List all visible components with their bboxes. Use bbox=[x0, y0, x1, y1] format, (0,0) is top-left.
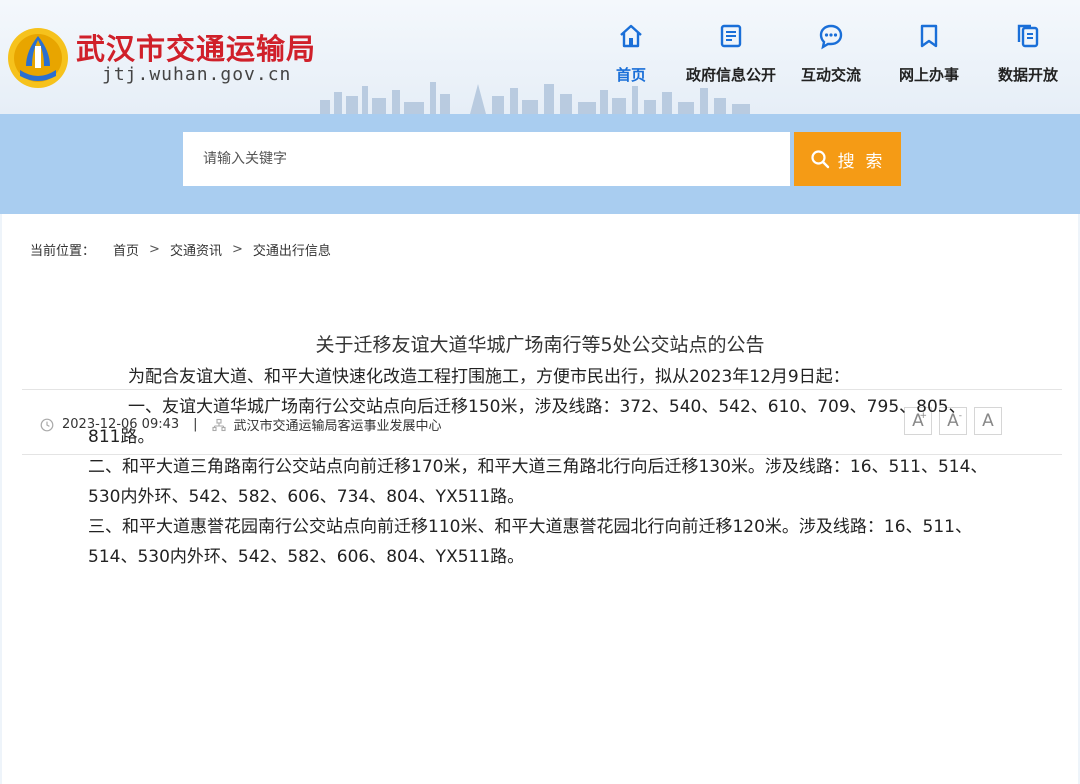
breadcrumb-travel-info[interactable]: 交通出行信息 bbox=[253, 240, 331, 259]
breadcrumb: 当前位置： 首页 > 交通资讯 > 交通出行信息 bbox=[30, 240, 331, 259]
nav-online-services[interactable]: 网上办事 bbox=[899, 22, 959, 92]
breadcrumb-separator: > bbox=[149, 242, 160, 257]
search-input[interactable] bbox=[183, 132, 790, 186]
breadcrumb-home[interactable]: 首页 bbox=[113, 240, 139, 259]
clock-icon bbox=[40, 418, 54, 431]
breadcrumb-traffic-news[interactable]: 交通资讯 bbox=[170, 240, 222, 259]
nav-open-data[interactable]: 数据开放 bbox=[998, 22, 1058, 92]
nav-home[interactable]: 首页 bbox=[616, 22, 646, 92]
breadcrumb-separator: > bbox=[231, 242, 243, 257]
nav-government-info-label: 政府信息公开 bbox=[686, 66, 777, 84]
article-paragraph: 三、和平大道惠誉花园南行公交站点向前迁移110米、和平大道惠誉花园北行向前迁移1… bbox=[88, 517, 972, 567]
site-name[interactable]: 武汉市交通运输局 bbox=[76, 26, 316, 68]
site-domain: jtj.wuhan.gov.cn bbox=[102, 64, 292, 85]
breadcrumb-label: 当前位置： bbox=[30, 244, 96, 259]
search-button-label: 搜 索 bbox=[837, 151, 886, 171]
chat-icon bbox=[819, 24, 843, 50]
nav-online-services-label: 网上办事 bbox=[899, 66, 960, 84]
nav-interaction[interactable]: 互动交流 bbox=[801, 22, 861, 92]
nav-open-data-label: 数据开放 bbox=[998, 66, 1059, 84]
nav-government-info[interactable]: 政府信息公开 bbox=[686, 22, 776, 92]
article-body: 为配合友谊大道、和平大道快速化改造工程打围施工，方便市民出行，拟从2023年12… bbox=[88, 362, 998, 572]
nav-interaction-label: 互动交流 bbox=[801, 66, 862, 84]
article-title: 关于迁移友谊大道华城广场南行等5处公交站点的公告 bbox=[315, 334, 765, 356]
emblem-logo-icon bbox=[8, 28, 68, 88]
article-paragraph: 二、和平大道三角路南行公交站点向前迁移170米，和平大道三角路北行向后迁移130… bbox=[88, 457, 988, 507]
site-header: 武汉市交通运输局 jtj.wuhan.gov.cn 首页 政府信息公开 互动交流… bbox=[0, 0, 1080, 114]
search-icon bbox=[811, 150, 829, 169]
nav-home-label: 首页 bbox=[616, 66, 647, 84]
bookmark-icon bbox=[920, 24, 938, 48]
copy-icon bbox=[1017, 24, 1039, 48]
article-paragraph: 一、友谊大道华城广场南行公交站点向后迁移150米，涉及线路：372、540、54… bbox=[88, 397, 966, 447]
article-paragraph: 为配合友谊大道、和平大道快速化改造工程打围施工，方便市民出行，拟从2023年12… bbox=[128, 367, 850, 387]
document-icon bbox=[720, 24, 742, 48]
search-button[interactable]: 搜 索 bbox=[794, 132, 901, 186]
home-icon bbox=[620, 24, 642, 48]
